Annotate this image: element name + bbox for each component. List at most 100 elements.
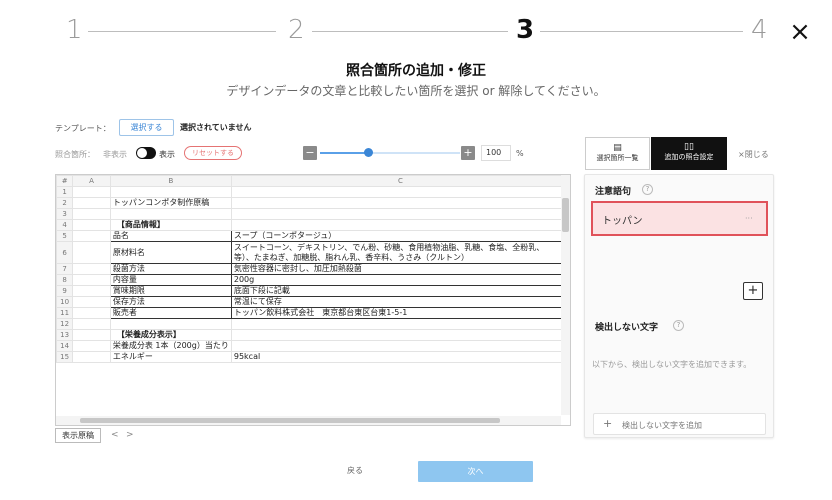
row-header[interactable]: 10 [56,296,74,308]
template-select-button[interactable]: 選択する [119,119,174,136]
cell-c[interactable]: 底面下段に記載 [230,285,570,297]
row-header[interactable]: 5 [56,230,74,242]
display-toggle[interactable] [136,147,156,159]
cell-a[interactable] [72,208,111,220]
row-header[interactable]: 8 [56,274,74,286]
cell-c[interactable] [230,219,570,231]
row-header[interactable]: 14 [56,340,74,352]
cell-b[interactable] [109,186,232,198]
row-header[interactable]: 4 [56,219,74,231]
cell-a[interactable] [72,197,111,209]
cell-b[interactable]: 内容量 [109,274,232,286]
caution-word-item[interactable]: トッパン ··· [591,201,768,236]
cell-a[interactable] [72,351,111,363]
zoom-slider-handle[interactable] [364,148,373,157]
cell-b[interactable] [109,208,232,220]
row-header[interactable]: 12 [56,318,74,330]
row-header[interactable]: 1 [56,186,74,198]
horizontal-scroll-thumb[interactable] [80,418,500,423]
tab-selected-list-label: 選択箇所一覧 [596,154,639,162]
tab-additional-settings[interactable]: ▯▯ 追加の照合設定 [651,137,727,170]
cell-a[interactable] [72,274,111,286]
vertical-scroll-thumb[interactable] [562,198,569,232]
more-icon[interactable]: ··· [745,214,753,223]
cell-c[interactable] [230,208,570,220]
cell-c[interactable]: 常温にて保存 [230,296,570,308]
cell-a[interactable] [72,230,111,242]
template-label: テンプレート： [55,124,111,133]
cell-c[interactable]: 気密性容器に密封し、加圧加熱殺菌 [230,263,570,275]
table-row: 1 [56,186,570,198]
row-header[interactable]: 11 [56,307,74,319]
cell-b[interactable]: 原材料名 [109,241,232,264]
step-2: 2 [288,15,305,45]
cell-a[interactable] [72,219,111,231]
table-row: 11 販売者 トッパン飲料株式会社 東京都台東区台東1-5-1 [56,307,570,319]
cell-c[interactable]: トッパン飲料株式会社 東京都台東区台東1-5-1 [230,307,570,319]
tab-selected-list[interactable]: ▤ 選択箇所一覧 [585,137,650,170]
cell-b[interactable]: 殺菌方法 [109,263,232,275]
add-exclude-char-button[interactable]: + 検出しない文字を追加 [593,413,766,435]
row-header[interactable]: 7 [56,263,74,275]
cell-b[interactable]: トッパンコンポタ制作原稿 [109,197,232,209]
cell-a[interactable] [72,296,111,308]
cell-a[interactable] [72,241,111,264]
help-icon[interactable]: ? [642,184,653,195]
zoom-input[interactable]: 100 [481,145,511,161]
back-button[interactable]: 戻る [320,461,390,481]
cell-a[interactable] [72,285,111,297]
cell-c[interactable] [230,340,570,352]
spreadsheet[interactable]: # A B C 1 2 トッパンコンポタ制作原稿 3 4 【商品情報】 5 品名 スープ（コーンポタージ… [55,174,571,426]
cell-a[interactable] [72,318,111,330]
table-row: 4 【商品情報】 [56,219,570,231]
cell-c[interactable]: 200g [230,274,570,286]
add-caution-word-button[interactable]: + [743,282,763,300]
cell-b[interactable]: 【商品情報】 [109,219,232,231]
cell-b[interactable]: 販売者 [109,307,232,319]
cell-b[interactable]: 品名 [109,230,232,242]
row-header[interactable]: 15 [56,351,74,363]
cell-a[interactable] [72,307,111,319]
zoom-out-button[interactable]: − [303,146,317,160]
cell-b[interactable] [109,318,232,330]
row-header[interactable]: 13 [56,329,74,341]
row-header[interactable]: 2 [56,197,74,209]
sheet-tab[interactable]: 表示原稿 [55,428,101,443]
row-header[interactable]: 3 [56,208,74,220]
cell-b[interactable]: 賞味期限 [109,285,232,297]
column-header[interactable]: B [109,175,232,187]
step-4: 4 [751,15,768,45]
cell-b[interactable]: エネルギー [109,351,232,363]
cell-c[interactable]: スイートコーン、デキストリン、でん粉、砂糖、食用植物油脂、乳糖、食塩、全粉乳、等… [230,241,570,264]
cell-a[interactable] [72,329,111,341]
sheet-next-icon[interactable]: > [126,430,134,440]
sheet-prev-icon[interactable]: < [111,430,119,440]
table-row: 5 品名 スープ（コーンポタージュ） [56,230,570,242]
row-header[interactable]: 6 [56,241,74,264]
column-header[interactable]: C [230,175,570,187]
cell-c[interactable]: 95kcal [230,351,570,363]
cell-a[interactable] [72,263,111,275]
cell-c[interactable] [230,186,570,198]
template-status: 選択されていません [180,123,252,132]
cell-b[interactable]: 保存方法 [109,296,232,308]
help-icon[interactable]: ? [673,320,684,331]
cell-c[interactable] [230,318,570,330]
cell-b[interactable]: 【栄養成分表示】 [109,329,232,341]
cell-c-line: スイートコーン、デキストリン、でん粉、砂糖、食用植物油脂、乳糖、食塩、全粉乳、 [233,242,545,252]
cell-b[interactable]: 栄養成分表 1本（200g）当たり [109,340,232,352]
cell-c[interactable] [230,329,570,341]
toggle-knob [137,148,147,158]
cell-a[interactable] [72,340,111,352]
reset-button[interactable]: リセットする [184,146,242,160]
column-header[interactable]: A [72,175,111,187]
cell-a[interactable] [72,186,111,198]
cell-c[interactable] [230,197,570,209]
cell-c[interactable]: スープ（コーンポタージュ） [230,230,570,242]
panel-close-button[interactable]: ×閉じる [738,149,769,160]
next-button[interactable]: 次へ [418,461,533,482]
zoom-in-button[interactable]: + [461,146,475,160]
caution-words-title: 注意語句 [595,187,632,197]
close-icon[interactable]: × [788,18,812,46]
row-header[interactable]: 9 [56,285,74,297]
